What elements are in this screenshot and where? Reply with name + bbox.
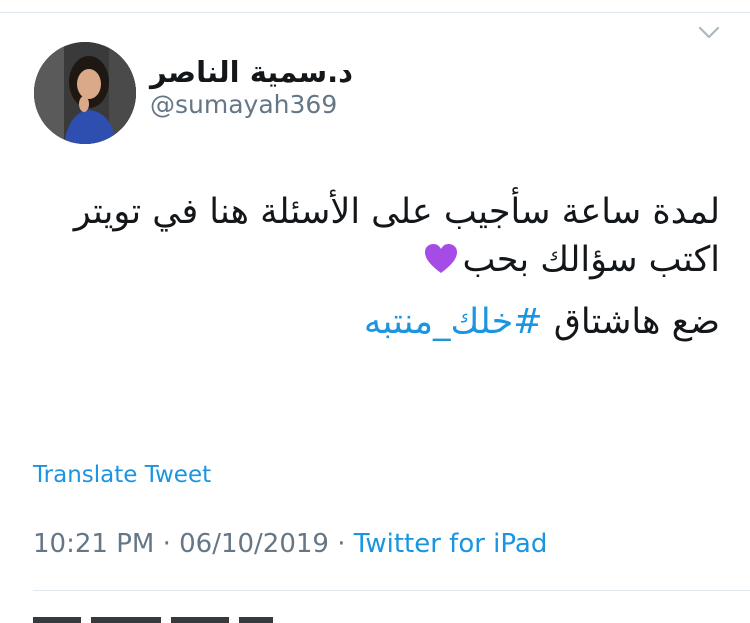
top-divider <box>0 12 750 13</box>
tweet-source-link[interactable]: Twitter for iPad <box>354 529 548 559</box>
hashtag-prefix: ضع هاشتاق <box>542 302 720 342</box>
cutoff-stats-row <box>33 605 333 623</box>
tweet-time: 10:21 PM <box>33 529 155 559</box>
meta-separator: · <box>337 529 346 559</box>
tweet-line-2-text: اكتب سؤالك بحب <box>462 240 720 280</box>
purple-heart-icon <box>425 244 458 273</box>
meta-separator: · <box>162 529 171 559</box>
tweet-line-1: لمدة ساعة سأجيب على الأسئلة هنا في تويتر <box>73 192 720 232</box>
tweet-body: لمدة ساعة سأجيب على الأسئلة هنا في تويتر… <box>30 188 720 346</box>
chevron-down-icon[interactable] <box>698 26 720 40</box>
tweet-meta: 10:21 PM · 06/10/2019 · Twitter for iPad <box>33 528 547 560</box>
hashtag-link[interactable]: #خلك_منتبه <box>364 302 543 342</box>
avatar[interactable] <box>34 42 136 144</box>
tweet-line-2: اكتب سؤالك بحب <box>30 236 720 284</box>
tweet-line-3: ضع هاشتاق #خلك_منتبه <box>30 298 720 346</box>
translate-tweet-link[interactable]: Translate Tweet <box>33 460 211 490</box>
author-display-name[interactable]: د.سمية الناصر <box>150 55 450 89</box>
bottom-divider <box>33 590 750 591</box>
tweet-date: 06/10/2019 <box>179 529 329 559</box>
author-handle[interactable]: @sumayah369 <box>150 90 337 120</box>
